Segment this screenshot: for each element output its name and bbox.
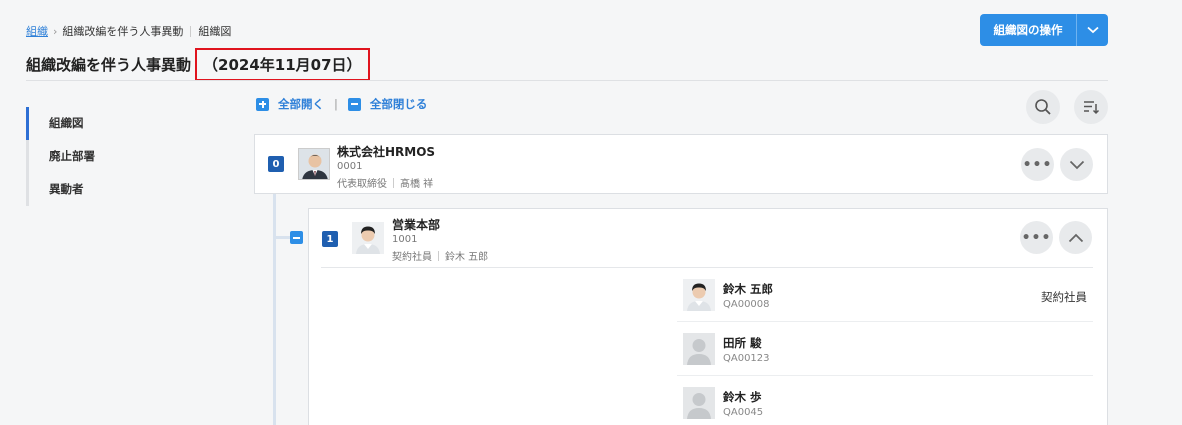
org-chart-operations-button[interactable]: 組織図の操作 — [980, 14, 1108, 46]
member-code: QA00008 — [723, 299, 770, 310]
more-button[interactable]: ••• — [1021, 148, 1054, 181]
sidebar-item-transferees[interactable]: 異動者 — [26, 173, 226, 206]
org-code: 0001 — [337, 161, 363, 172]
sort-button[interactable] — [1074, 90, 1108, 124]
leader-divider — [438, 250, 439, 261]
org-card-root[interactable]: 0 株式会社HRMOS 0001 代表取締役 髙橋 祥 ••• — [254, 134, 1108, 194]
avatar-placeholder — [683, 333, 715, 365]
member-name[interactable]: 鈴木 五郎 — [723, 281, 773, 297]
collapse-button[interactable] — [1059, 221, 1092, 254]
member-name[interactable]: 鈴木 歩 — [723, 389, 762, 405]
expand-icon[interactable] — [256, 97, 269, 111]
level-badge: 0 — [268, 156, 284, 172]
chevron-down-icon — [1069, 160, 1084, 169]
breadcrumb: 組織 › 組織改編を伴う人事異動 組織図 — [26, 23, 231, 39]
more-icon: ••• — [1021, 229, 1052, 246]
leader-title: 契約社員 — [392, 252, 432, 263]
org-chart-operations-label[interactable]: 組織図の操作 — [980, 14, 1077, 46]
expand-all-button[interactable]: 全部開く — [278, 96, 324, 112]
page-title: 組織改編を伴う人事異動 （2024年11月07日） — [26, 48, 370, 81]
leader-name: 髙橋 祥 — [400, 179, 434, 190]
level-badge: 1 — [322, 231, 338, 247]
toolbar-separator: | — [334, 97, 338, 111]
page-title-date: （2024年11月07日） — [195, 48, 370, 81]
leader-name: 鈴木 五郎 — [445, 252, 489, 263]
collapse-icon[interactable] — [347, 97, 361, 111]
search-button[interactable] — [1026, 90, 1060, 124]
member-row[interactable]: 鈴木 五郎 QA00008 契約社員 — [677, 268, 1093, 322]
avatar-placeholder — [683, 387, 715, 419]
org-leader: 代表取締役 髙橋 祥 — [337, 175, 433, 190]
sidebar-item-abolished-departments[interactable]: 廃止部署 — [26, 140, 226, 173]
avatar — [298, 148, 330, 180]
collapse-node-toggle[interactable] — [290, 231, 303, 244]
sidebar-item-org-chart[interactable]: 組織図 — [26, 107, 226, 140]
member-row[interactable]: 田所 駿 QA00123 — [677, 322, 1093, 376]
chevron-up-icon — [1068, 233, 1083, 242]
member-code: QA0045 — [723, 407, 764, 418]
member-code: QA00123 — [723, 353, 770, 364]
org-name[interactable]: 営業本部 — [392, 216, 440, 233]
chevron-right-icon: › — [53, 24, 58, 38]
search-icon — [1035, 99, 1051, 115]
more-button[interactable]: ••• — [1020, 221, 1053, 254]
breadcrumb-page: 組織図 — [198, 25, 232, 38]
org-leader: 契約社員 鈴木 五郎 — [392, 248, 488, 263]
page-title-main: 組織改編を伴う人事異動 — [26, 56, 192, 74]
tree-connector-horizontal — [276, 236, 290, 239]
breadcrumb-link-org[interactable]: 組織 — [26, 23, 48, 39]
expand-collapse-bar: 全部開く | 全部閉じる — [256, 96, 427, 112]
avatar — [352, 222, 384, 254]
org-name[interactable]: 株式会社HRMOS — [337, 143, 435, 160]
org-code: 1001 — [392, 234, 418, 245]
sidebar: 組織図 廃止部署 異動者 — [26, 107, 226, 206]
tree-connector-vertical — [273, 194, 276, 425]
sort-icon — [1084, 101, 1100, 115]
leader-title: 代表取締役 — [337, 179, 387, 190]
member-row[interactable]: 鈴木 歩 QA0045 — [677, 376, 1093, 425]
member-name[interactable]: 田所 駿 — [723, 335, 762, 351]
avatar — [683, 279, 715, 311]
chevron-down-icon[interactable] — [1077, 14, 1108, 46]
header-divider — [26, 80, 1108, 81]
leader-divider — [393, 177, 394, 188]
more-icon: ••• — [1022, 156, 1053, 173]
breadcrumb-divider — [190, 25, 192, 37]
expand-button[interactable] — [1060, 148, 1093, 181]
member-employment-type: 契約社員 — [1041, 290, 1087, 304]
breadcrumb-current: 組織改編を伴う人事異動 — [62, 25, 184, 38]
collapse-all-button[interactable]: 全部閉じる — [370, 96, 428, 112]
